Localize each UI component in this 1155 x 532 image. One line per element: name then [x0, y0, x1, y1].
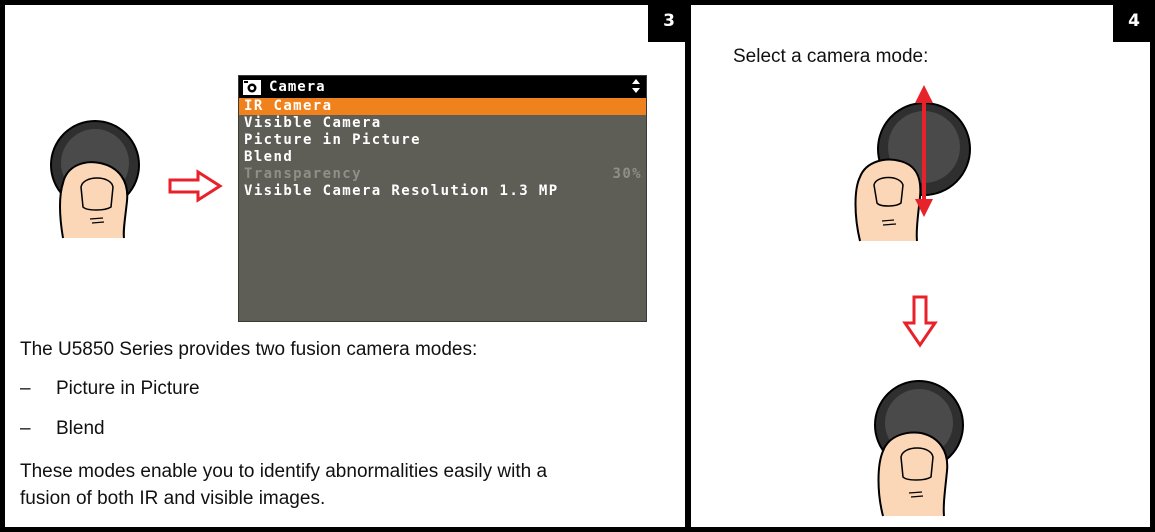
step-number-badge: 3 — [648, 0, 690, 42]
menu-item-visible-camera-resolution[interactable]: Visible Camera Resolution 1.3 MP — [239, 183, 646, 200]
joystick-up-down-icon — [854, 85, 971, 242]
step-4-panel: 4 Select a camera mode: — [686, 0, 1155, 532]
instruction-text: Select a camera mode: — [733, 46, 929, 67]
bullet-label: Picture in Picture — [56, 378, 200, 399]
camera-menu-screen: Camera IR Camera Visible Camera Picture … — [238, 75, 647, 322]
step-3-panel: 3 Camera IR Camera Visible Camera Pictur… — [0, 0, 690, 532]
bullet-dash: – — [20, 418, 31, 439]
camera-icon — [243, 79, 261, 95]
menu-item-blend[interactable]: Blend — [239, 149, 646, 166]
thumb-press-joystick-icon — [50, 120, 140, 239]
menu-item-transparency: Transparency 30% — [244, 166, 642, 182]
bullet-item: – Blend — [20, 418, 420, 442]
screen-header: Camera — [239, 76, 646, 98]
intro-text: The U5850 Series provides two fusion cam… — [20, 339, 478, 360]
thumb-press-joystick-icon — [874, 380, 964, 517]
outro-text: These modes enable you to identify abnor… — [20, 461, 548, 509]
screen-title: Camera — [269, 79, 326, 95]
step-number-badge: 4 — [1113, 0, 1155, 42]
bullet-label: Blend — [56, 418, 105, 439]
menu-item-visible-camera[interactable]: Visible Camera — [239, 115, 646, 132]
right-arrow-icon — [168, 169, 223, 203]
up-down-arrows-icon — [632, 79, 640, 93]
camera-menu: IR Camera Visible Camera Picture in Pict… — [239, 98, 646, 200]
bullet-dash: – — [20, 378, 31, 399]
down-arrow-icon — [902, 295, 938, 348]
menu-item-ir-camera[interactable]: IR Camera — [239, 98, 646, 115]
menu-item-picture-in-picture[interactable]: Picture in Picture — [239, 132, 646, 149]
bullet-item: – Picture in Picture — [20, 378, 420, 402]
transparency-value: 30% — [612, 166, 642, 182]
